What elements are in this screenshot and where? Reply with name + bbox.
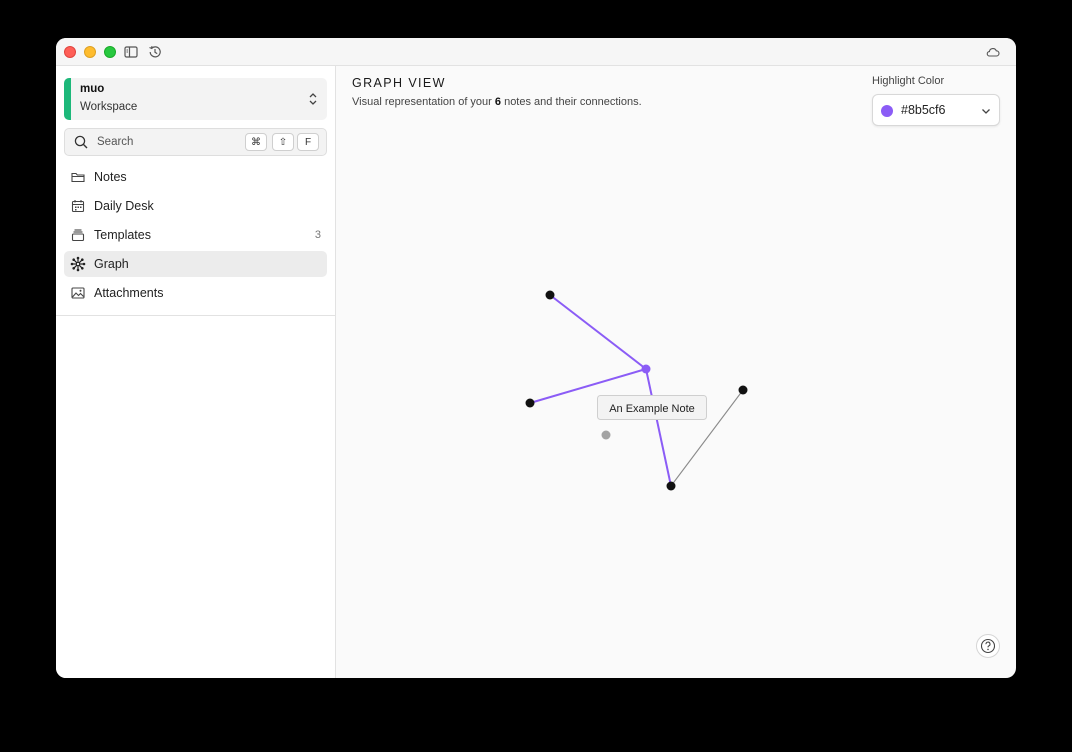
stack-icon: [71, 229, 85, 242]
main-panel: An Example Note GRAPH VIEW Visual repres…: [336, 66, 1016, 678]
page-title: GRAPH VIEW: [352, 76, 446, 90]
sidebar-item-notes[interactable]: Notes: [64, 164, 327, 190]
sidebar-item-templates[interactable]: Templates 3: [64, 222, 327, 248]
chevron-up-down-icon: [309, 93, 317, 105]
calendar-icon: [71, 200, 85, 213]
help-button[interactable]: [976, 634, 1000, 658]
graph-icon: [70, 256, 86, 272]
history-icon[interactable]: [147, 44, 163, 60]
templates-count-badge: 3: [314, 229, 321, 241]
sidebar-toggle-icon[interactable]: [123, 44, 139, 60]
sidebar-item-label: Templates: [94, 228, 151, 242]
search-placeholder: Search: [97, 136, 134, 148]
sidebar-item-label: Notes: [94, 170, 127, 184]
graph-edge-highlighted: [645, 368, 672, 487]
sidebar: muo Workspace Search ⌘ ⇧ F Notes Daily D…: [56, 66, 336, 678]
cloud-sync-icon[interactable]: [985, 44, 1001, 60]
graph-node[interactable]: [666, 481, 676, 491]
shortcut-key-command: ⌘: [245, 133, 267, 151]
page-subtitle: Visual representation of your 6 notes an…: [352, 96, 642, 108]
minimize-window-button[interactable]: [84, 46, 96, 58]
node-tooltip: An Example Note: [597, 395, 707, 420]
shortcut-key-f: F: [297, 133, 319, 151]
title-bar: [56, 38, 1016, 66]
folder-icon: [71, 172, 85, 183]
search-icon: [74, 135, 88, 149]
sidebar-item-label: Graph: [94, 257, 129, 271]
color-swatch: [881, 105, 893, 117]
graph-node-hovered[interactable]: [641, 364, 651, 374]
sidebar-item-daily-desk[interactable]: Daily Desk: [64, 193, 327, 219]
workspace-switcher[interactable]: muo Workspace: [64, 78, 327, 120]
highlight-color-select[interactable]: #8b5cf6: [872, 94, 1000, 126]
graph-node-orphan[interactable]: [601, 430, 611, 440]
highlight-color-value: #8b5cf6: [901, 103, 946, 117]
chevron-down-icon: [982, 109, 990, 114]
app-window: muo Workspace Search ⌘ ⇧ F Notes Daily D…: [56, 38, 1016, 678]
workspace-type: Workspace: [80, 101, 138, 113]
sidebar-item-graph[interactable]: Graph: [64, 251, 327, 277]
graph-edge-highlighted: [549, 294, 647, 370]
image-icon: [71, 287, 85, 299]
tooltip-text: An Example Note: [609, 403, 695, 415]
graph-canvas[interactable]: An Example Note: [336, 66, 1016, 678]
subtitle-prefix: Visual representation of your: [352, 96, 495, 108]
sidebar-item-attachments[interactable]: Attachments: [64, 280, 327, 306]
graph-node[interactable]: [545, 290, 555, 300]
shortcut-key-shift: ⇧: [272, 133, 294, 151]
graph-node[interactable]: [525, 398, 535, 408]
subtitle-suffix: notes and their connections.: [501, 96, 642, 108]
highlight-color-label: Highlight Color: [872, 75, 945, 87]
close-window-button[interactable]: [64, 46, 76, 58]
workspace-name: muo: [80, 83, 105, 95]
sidebar-item-label: Daily Desk: [94, 199, 154, 213]
search-input[interactable]: Search ⌘ ⇧ F: [64, 128, 327, 156]
graph-node[interactable]: [738, 385, 748, 395]
zoom-window-button[interactable]: [104, 46, 116, 58]
sidebar-item-label: Attachments: [94, 286, 164, 300]
question-mark-icon: [980, 638, 996, 654]
workspace-color-bar: [64, 78, 71, 120]
sidebar-divider: [56, 315, 335, 316]
